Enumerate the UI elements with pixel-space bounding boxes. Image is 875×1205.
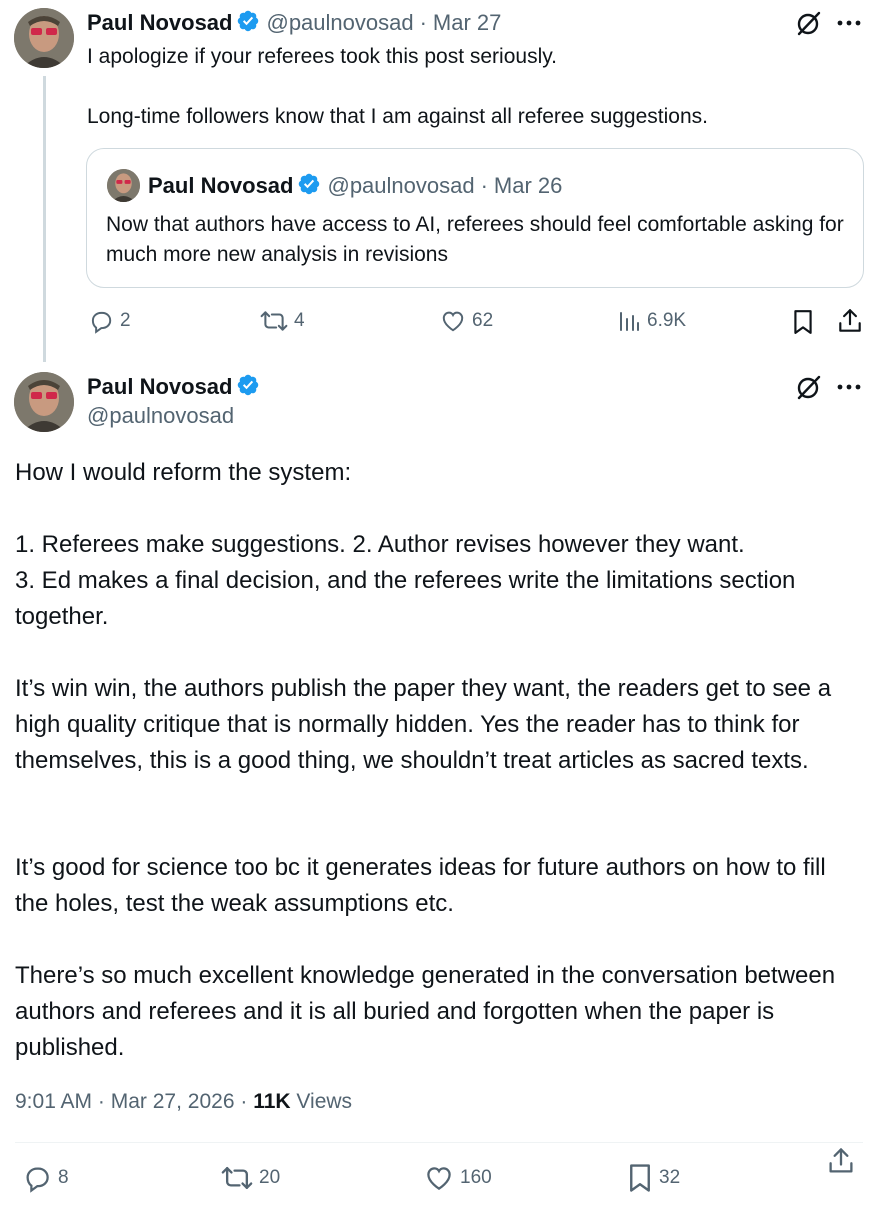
quoted-author-name: Paul Novosad [148,173,294,198]
author-name[interactable]: Paul Novosad [87,374,232,400]
post-full-date[interactable]: Mar 27, 2026 [111,1090,235,1113]
post-paragraph-3: It’s win win, the authors publish the pa… [15,675,838,774]
separator-dot: · [240,1090,248,1113]
separator-dot: · [480,173,488,198]
quoted-author-handle: @paulnovosad [327,173,475,198]
reply-button[interactable]: 2 [88,308,131,334]
like-count: 160 [460,1167,492,1188]
repost-count: 20 [259,1167,281,1188]
like-button[interactable]: 160 [424,1163,492,1193]
post-paragraph-4: It’s good for science too bc it generate… [15,854,833,917]
author-handle[interactable]: @paulnovosad [87,403,234,429]
separator-dot: · [97,1090,105,1113]
post-paragraph-2: 1. Referees make suggestions. 2. Author … [15,531,796,630]
author-handle[interactable]: @paulnovosad [266,10,413,36]
more-icon[interactable] [834,8,864,38]
reply-count: 2 [120,310,131,331]
grok-icon[interactable] [793,8,825,38]
quoted-post-text: Now that authors have access to AI, refe… [106,213,850,266]
reply-count: 8 [58,1167,69,1188]
divider [15,1142,863,1143]
post-paragraph-5: There’s so much excellent knowledge gene… [15,962,842,1061]
grok-icon[interactable] [793,372,825,402]
repost-count: 4 [294,310,305,331]
quoted-post-date: Mar 26 [493,173,563,198]
like-button[interactable]: 62 [440,308,493,334]
views-count: 6.9K [647,310,687,331]
share-icon[interactable] [836,306,864,336]
verified-badge-icon [297,172,321,201]
post-paragraph-1: How I would reform the system: [15,459,352,486]
verified-badge-icon [236,373,260,402]
views-button[interactable]: 6.9K [617,308,686,334]
post-date[interactable]: Mar 27 [433,10,501,36]
post-metadata: 9:01 AM · Mar 27, 2026 · 11K Views [15,1090,352,1114]
views-label: Views [296,1090,353,1113]
share-icon[interactable] [826,1145,856,1177]
bookmark-count: 32 [659,1167,681,1188]
post-text-line-2: Long-time followers know that I am again… [87,105,708,128]
quoted-avatar [107,169,140,202]
like-count: 62 [472,310,494,331]
repost-button[interactable]: 20 [221,1163,280,1193]
more-icon[interactable] [834,372,864,402]
bookmark-button[interactable]: 32 [627,1163,680,1193]
avatar[interactable] [14,372,74,432]
views-total: 11K [253,1090,291,1113]
post-text-line-1: I apologize if your referees took this p… [87,45,558,68]
avatar[interactable] [14,8,74,68]
repost-button[interactable]: 4 [260,308,305,334]
verified-badge-icon [236,9,260,38]
bookmark-icon[interactable] [790,308,816,336]
author-name[interactable]: Paul Novosad [87,10,232,36]
separator-dot: · [419,10,427,35]
post-time[interactable]: 9:01 AM [15,1090,92,1113]
reply-button[interactable]: 8 [22,1163,69,1193]
thread-connector-line [43,76,46,362]
